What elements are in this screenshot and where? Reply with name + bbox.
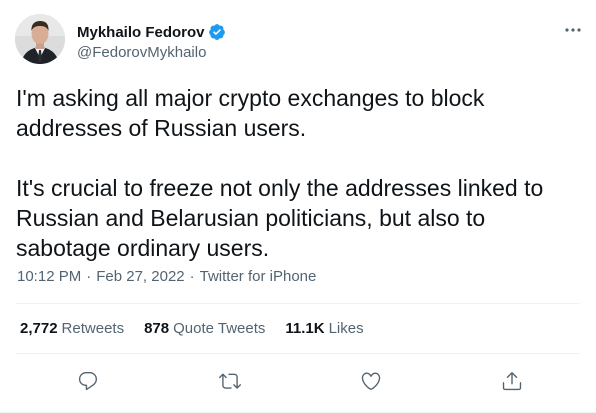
tweet-stats: 2,772 Retweets 878 Quote Tweets 11.1K Likes <box>20 320 384 337</box>
tweet-actions <box>0 366 596 396</box>
retweets-count: 2,772 <box>20 320 58 337</box>
verified-badge-icon <box>208 23 226 41</box>
divider <box>16 353 580 354</box>
author-info: Mykhailo Fedorov @FedorovMykhailo <box>77 22 226 61</box>
tweet-header: Mykhailo Fedorov @FedorovMykhailo <box>15 14 586 70</box>
quote-tweets-stat[interactable]: 878 Quote Tweets <box>144 320 265 337</box>
avatar[interactable] <box>15 14 65 64</box>
retweets-label: Retweets <box>61 320 125 337</box>
tweet-metadata: 10:12 PM · Feb 27, 2022 · Twitter for iP… <box>17 268 316 285</box>
tweet-source[interactable]: Twitter for iPhone <box>200 268 317 285</box>
tweet-time[interactable]: 10:12 PM <box>17 268 81 285</box>
quote-tweets-count: 878 <box>144 320 170 337</box>
share-icon[interactable] <box>497 366 527 396</box>
tweet-date[interactable]: Feb 27, 2022 <box>96 268 184 285</box>
tweet-paragraph: I'm asking all major crypto exchanges to… <box>16 85 485 141</box>
name-row: Mykhailo Fedorov <box>77 22 226 42</box>
avatar-photo <box>15 14 65 64</box>
more-icon[interactable] <box>562 22 584 38</box>
tweet-paragraph: It's crucial to freeze not only the addr… <box>16 175 544 261</box>
author-handle[interactable]: @FedorovMykhailo <box>77 44 226 61</box>
reply-icon[interactable] <box>73 366 103 396</box>
likes-label: Likes <box>328 320 364 337</box>
tweet-card: Mykhailo Fedorov @FedorovMykhailo I'm as… <box>0 0 596 413</box>
meta-separator: · <box>189 268 195 285</box>
author-display-name[interactable]: Mykhailo Fedorov <box>77 24 205 41</box>
divider <box>16 303 580 304</box>
retweets-stat[interactable]: 2,772 Retweets <box>20 320 124 337</box>
likes-count: 11.1K <box>285 320 325 337</box>
like-icon[interactable] <box>356 366 386 396</box>
likes-stat[interactable]: 11.1K Likes <box>285 320 363 337</box>
quote-tweets-label: Quote Tweets <box>173 320 266 337</box>
retweet-icon[interactable] <box>215 366 245 396</box>
meta-separator: · <box>86 268 92 285</box>
tweet-text: I'm asking all major crypto exchanges to… <box>16 83 586 263</box>
